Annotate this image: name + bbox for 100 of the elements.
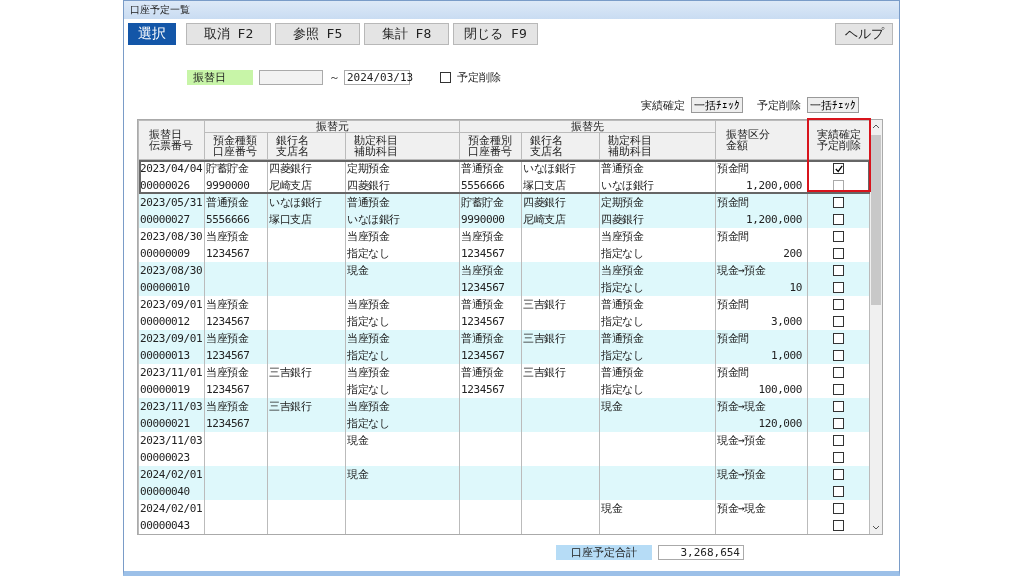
- scroll-thumb[interactable]: [870, 135, 881, 305]
- table-cell: 指定なし: [347, 349, 390, 362]
- row-checkbox[interactable]: [833, 197, 845, 208]
- column-header: 支店名: [276, 146, 310, 157]
- toolbar-button[interactable]: 参照 F5: [275, 23, 360, 45]
- row-checkbox[interactable]: [833, 367, 845, 378]
- row-checkbox[interactable]: [833, 316, 845, 327]
- table-cell: 2023/04/04: [140, 162, 203, 175]
- table-cell: 当座預金: [601, 264, 644, 277]
- row-checkbox[interactable]: [833, 452, 845, 463]
- table-cell: 1234567: [461, 315, 505, 328]
- table-row[interactable]: 2023/08/30 00000009 当座預金 1234567 当座預金 指定なし 当座預金 1234567 当座預金 指定なし 預金間 200: [138, 228, 870, 262]
- column-header: 勘定科目: [608, 135, 653, 146]
- column-header: 振替日: [149, 129, 182, 140]
- row-checkbox[interactable]: [833, 418, 845, 429]
- row-checkbox[interactable]: [833, 265, 845, 276]
- row-checkbox[interactable]: [833, 231, 845, 242]
- table-row[interactable]: 2024/02/01 00000040 現金 現金→預金: [138, 466, 870, 500]
- table-cell: 5556666: [206, 213, 250, 226]
- table-row[interactable]: 2023/04/04 00000026 貯蓄貯金 9990000 四菱銀行 尼崎支店 定期預金 四菱銀行 普通預金 5556666 いなほ銀行 塚口支店 普通預金 いなほ銀行 預金間 1,200,000: [138, 159, 870, 194]
- table-cell: 指定なし: [601, 383, 644, 396]
- table-cell: 三吉銀行: [523, 366, 566, 379]
- group-header: 振替元: [204, 120, 460, 133]
- table-row[interactable]: 2023/11/03 00000021 当座預金 1234567 三吉銀行 当座預金 指定なし 現金 預金→現金 120,000: [138, 398, 870, 432]
- table-row[interactable]: 2023/08/30 00000010 現金 当座預金 1234567 当座預金 指定なし 現金→預金 10: [138, 262, 870, 296]
- table-cell: 1234567: [461, 383, 505, 396]
- help-button[interactable]: ヘルプ: [835, 23, 893, 45]
- table-cell: 定期預金: [347, 162, 390, 175]
- table-cell: 塚口支店: [269, 213, 312, 226]
- table-cell: 普通預金: [461, 162, 504, 175]
- table-cell: いなほ銀行: [523, 162, 577, 175]
- scroll-up-icon[interactable]: [871, 124, 880, 129]
- table-cell: 四菱銀行: [601, 213, 644, 226]
- table-cell: 1,200,000: [746, 179, 803, 192]
- table-cell: 当座預金: [347, 332, 390, 345]
- row-checkbox[interactable]: [833, 214, 845, 225]
- table-cell: 貯蓄貯金: [206, 162, 249, 175]
- column-header: 補助科目: [608, 146, 653, 157]
- table-cell: 2023/08/30: [140, 264, 203, 277]
- table-cell: 1234567: [206, 315, 250, 328]
- table-cell: 2023/09/01: [140, 332, 203, 345]
- table-cell: 2023/11/01: [140, 366, 203, 379]
- table-cell: 100,000: [758, 383, 803, 396]
- table-cell: 00000009: [140, 247, 190, 260]
- toolbar-button[interactable]: 取消 F2: [186, 23, 271, 45]
- mode-label: 選択: [128, 23, 176, 45]
- row-checkbox[interactable]: [833, 248, 845, 259]
- row-checkbox[interactable]: [833, 282, 845, 293]
- date-from-field[interactable]: [259, 69, 323, 85]
- column-header: 預金種類: [213, 135, 258, 146]
- table-cell: 00000013: [140, 349, 190, 362]
- table-row[interactable]: 2024/02/01 00000043 現金 預金→現金: [138, 500, 870, 534]
- table-cell: 普通預金: [601, 162, 644, 175]
- scroll-down-icon[interactable]: [871, 525, 880, 530]
- column-header: 預金種別: [468, 135, 513, 146]
- table-cell: 四菱銀行: [269, 162, 312, 175]
- toolbar-button[interactable]: 集計 F8: [364, 23, 449, 45]
- table-cell: 現金→預金: [717, 434, 766, 447]
- total-label: 口座予定合計: [556, 545, 652, 560]
- table-cell: 00000021: [140, 417, 190, 430]
- bulk-label: 実績確定: [641, 97, 685, 113]
- row-checkbox[interactable]: [833, 520, 845, 531]
- table-row[interactable]: 2023/09/01 00000013 当座預金 1234567 当座預金 指定なし 普通預金 1234567 三吉銀行 普通預金 指定なし 預金間 1,000: [138, 330, 870, 364]
- table-cell: 9990000: [461, 213, 505, 226]
- row-checkbox[interactable]: [833, 486, 845, 497]
- table-row[interactable]: 2023/11/03 00000023 現金 現金→預金: [138, 432, 870, 466]
- table-row[interactable]: 2023/11/01 00000019 当座預金 1234567 三吉銀行 当座預金 指定なし 普通預金 1234567 三吉銀行 普通預金 指定なし 預金間 100,000: [138, 364, 870, 398]
- row-checkbox[interactable]: [833, 350, 845, 361]
- table-cell: 四菱銀行: [523, 196, 566, 209]
- row-checkbox[interactable]: [833, 299, 845, 310]
- table-cell: 2024/02/01: [140, 502, 203, 515]
- row-checkbox[interactable]: [833, 503, 845, 514]
- table-row[interactable]: 2023/05/31 00000027 普通預金 5556666 いなほ銀行 塚口支店 普通預金 いなほ銀行 貯蓄貯金 9990000 四菱銀行 尼崎支店 定期預金 四菱銀行 預金間 1,200,000: [138, 194, 870, 228]
- column-header: 勘定科目: [354, 135, 399, 146]
- bulk-check-button[interactable]: 一括ﾁｪｯｸ: [691, 97, 743, 113]
- table-cell: 2023/11/03: [140, 434, 203, 447]
- table-cell: 当座預金: [347, 298, 390, 311]
- toolbar-button[interactable]: 閉じる F9: [453, 23, 538, 45]
- table-cell: 10: [789, 281, 803, 294]
- row-checkbox[interactable]: [833, 435, 845, 446]
- table-cell: 1,200,000: [746, 213, 803, 226]
- table-cell: 1234567: [206, 417, 250, 430]
- table-cell: 3,000: [770, 315, 803, 328]
- row-checkbox[interactable]: [833, 333, 845, 344]
- table-cell: 指定なし: [347, 383, 390, 396]
- table-cell: 当座預金: [601, 230, 644, 243]
- row-checkbox[interactable]: [833, 401, 845, 412]
- row-checkbox[interactable]: [833, 469, 845, 480]
- delete-checkbox[interactable]: 予定削除: [440, 69, 501, 85]
- table-cell: 2024/02/01: [140, 468, 203, 481]
- table-cell: 1,000: [770, 349, 803, 362]
- bulk-check-button[interactable]: 一括ﾁｪｯｸ: [807, 97, 859, 113]
- row-checkbox[interactable]: [833, 384, 845, 395]
- table-cell: 現金: [601, 502, 623, 515]
- table-cell: 2023/09/01: [140, 298, 203, 311]
- table-cell: 200: [783, 247, 803, 260]
- row-checkbox[interactable]: [833, 163, 845, 174]
- table-row[interactable]: 2023/09/01 00000012 当座預金 1234567 当座預金 指定なし 普通預金 1234567 三吉銀行 普通預金 指定なし 預金間 3,000: [138, 296, 870, 330]
- table-cell: 1234567: [461, 349, 505, 362]
- table-cell: 指定なし: [601, 349, 644, 362]
